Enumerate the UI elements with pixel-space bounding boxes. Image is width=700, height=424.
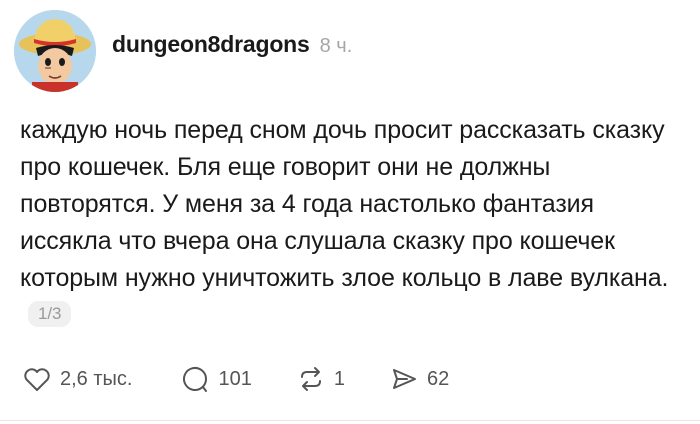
post-text: каждую ночь перед сном дочь просит расск… bbox=[20, 116, 669, 292]
post-time: 8 ч. bbox=[319, 35, 353, 57]
like-count: 2,6 тыс. bbox=[60, 367, 133, 390]
heart-icon bbox=[24, 368, 50, 391]
like-button[interactable]: 2,6 тыс. bbox=[22, 364, 132, 394]
comment-bubble-icon bbox=[183, 367, 208, 392]
thread-post: dungeon8dragons 8 ч. каждую ночь перед с… bbox=[0, 0, 700, 424]
post-divider bbox=[0, 420, 700, 421]
reply-count: 101 bbox=[218, 367, 252, 390]
repost-count: 1 bbox=[333, 367, 345, 390]
post-body: каждую ночь перед сном дочь просит расск… bbox=[20, 112, 675, 334]
reply-button[interactable]: 101 bbox=[180, 364, 252, 394]
avatar[interactable] bbox=[14, 10, 96, 92]
post-header: dungeon8dragons 8 ч. bbox=[112, 31, 352, 58]
repost-arrows-icon bbox=[300, 367, 321, 391]
share-count: 62 bbox=[426, 367, 450, 390]
action-bar: 2,6 тыс. 101 1 62 bbox=[22, 364, 449, 394]
send-paper-plane-icon bbox=[392, 369, 416, 389]
avatar-image bbox=[14, 10, 96, 92]
repost-button[interactable]: 1 bbox=[296, 364, 345, 394]
page-indicator[interactable]: 1/3 bbox=[28, 301, 72, 328]
author-username[interactable]: dungeon8dragons bbox=[112, 31, 310, 58]
share-button[interactable]: 62 bbox=[389, 364, 449, 394]
